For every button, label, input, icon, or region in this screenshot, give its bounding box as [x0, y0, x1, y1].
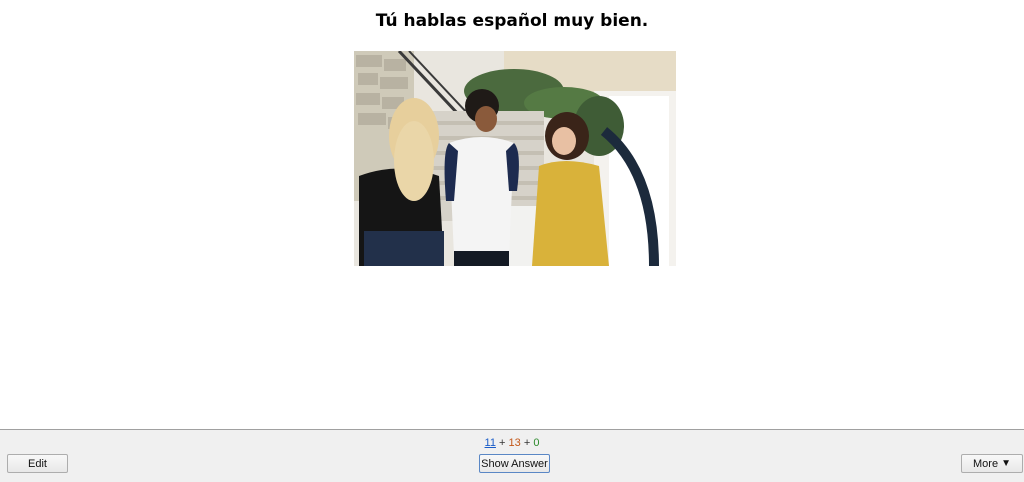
card-front-text: Tú hablas español muy bien.	[375, 11, 649, 31]
more-button-label: More	[973, 457, 999, 470]
count-separator: +	[499, 437, 506, 449]
card-photo	[354, 51, 676, 266]
card-area: Tú hablas español muy bien.	[0, 0, 1024, 429]
new-count[interactable]: 11	[485, 437, 496, 449]
count-separator: +	[523, 437, 531, 449]
more-button[interactable]: More ▼	[961, 454, 1023, 473]
edit-button-label: Edit	[28, 457, 47, 470]
triangle-down-icon: ▼	[1001, 458, 1011, 469]
learning-count: 13	[508, 437, 521, 449]
reviewer-bottom-bar: 11 + 13 + 0 Edit Show Answer More ▼	[0, 429, 1024, 482]
show-answer-label: Show Answer	[481, 457, 548, 470]
review-count: 0	[533, 437, 540, 449]
edit-button[interactable]: Edit	[7, 454, 68, 473]
due-counts: 11 + 13 + 0	[0, 437, 1024, 449]
show-answer-button[interactable]: Show Answer	[479, 454, 550, 473]
